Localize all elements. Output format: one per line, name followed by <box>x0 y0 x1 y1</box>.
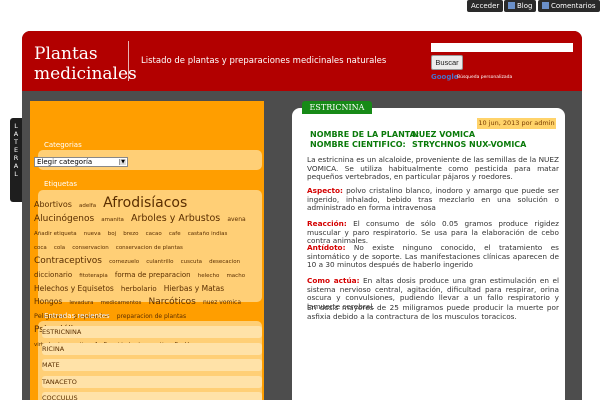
recent-post-item[interactable]: COCCULUS <box>42 392 262 400</box>
blog-label: Blog <box>517 2 533 10</box>
recent-post-item[interactable]: ESTRICNINA <box>42 326 262 338</box>
site-title-line2: medicinales <box>34 64 137 84</box>
nombre-value: NUEZ VOMICA <box>412 130 476 139</box>
reaccion-label: Reacción: <box>307 219 347 228</box>
etiquetas-title: Etiquetas <box>44 180 77 188</box>
tag-link[interactable]: medicamentos <box>101 300 142 306</box>
tag-link[interactable]: cuscuta <box>181 259 202 265</box>
cientifico-value: STRYCHNOS NUX-VOMICA <box>412 140 527 149</box>
site-title-line1: Plantas <box>34 44 98 64</box>
search-input[interactable] <box>431 43 573 52</box>
top-bar: Acceder Blog Comentarios <box>0 0 600 14</box>
tag-link[interactable]: preparacion de plantas <box>117 313 186 320</box>
antidoto-label: Antídoto: <box>307 243 346 252</box>
tag-link[interactable]: fitoterapia <box>79 273 108 279</box>
post-title-tab[interactable]: ESTRICNINA <box>302 101 372 114</box>
search-button[interactable]: Buscar <box>431 55 463 70</box>
tag-link[interactable]: brezo <box>123 231 138 237</box>
tag-link[interactable]: diccionario <box>34 271 72 279</box>
tag-link[interactable]: boj <box>108 231 116 237</box>
tag-link[interactable]: culantrillo <box>146 259 173 265</box>
lateral-label: LATERAL <box>13 122 19 178</box>
tag-link[interactable]: coca <box>34 245 47 251</box>
aspecto-paragraph: Aspecto: polvo cristalino blanco, inodor… <box>307 186 559 213</box>
recientes-title: Entradas recientes <box>44 312 110 320</box>
tag-link[interactable]: conservacion <box>72 245 108 251</box>
tag-link[interactable]: castaño indias <box>188 231 228 237</box>
site-tagline: Listado de plantas y preparaciones medic… <box>141 56 387 66</box>
blog-link[interactable]: Blog <box>504 0 537 12</box>
blogger-icon <box>542 2 549 9</box>
categorias-title: Categorias <box>44 141 82 149</box>
header-divider <box>128 41 129 81</box>
tag-link[interactable]: levadura <box>69 300 93 306</box>
tag-link[interactable]: conservacion de plantas <box>116 245 183 251</box>
site-title[interactable]: Plantas medicinales <box>34 44 137 84</box>
recent-post-item[interactable]: TANACETO <box>42 375 262 388</box>
como-label: Como actúa: <box>307 276 360 285</box>
tag-link[interactable]: Hierbas y Matas <box>164 284 224 293</box>
tag-link[interactable]: macho <box>226 273 245 279</box>
tag-link[interactable]: Arboles y Arbustos <box>131 213 220 224</box>
tag-link[interactable]: herbolario <box>121 285 157 293</box>
comentarios-label: Comentarios <box>551 2 596 10</box>
tag-link[interactable]: Añadir etiqueta <box>34 231 77 237</box>
como-paragraph-2: En dosis mayores de 25 miligramos puede … <box>307 303 559 321</box>
post-meta: 10 jun, 2013 por admin <box>477 118 556 129</box>
antidoto-paragraph: Antídoto: No existe ninguno conocido, el… <box>307 243 559 270</box>
nombre-label: NOMBRE DE LA PLANTA: <box>310 130 420 139</box>
google-logo: Google <box>431 73 459 81</box>
categoria-select-value: Elegir categoría <box>37 158 93 166</box>
tag-link[interactable]: cornezuelo <box>109 259 139 265</box>
tag-link[interactable]: Contraceptivos <box>34 256 102 266</box>
tag-link[interactable]: cola <box>54 245 65 251</box>
tag-link[interactable]: forma de preparacion <box>115 271 191 279</box>
tag-link[interactable]: helecho <box>198 273 220 279</box>
tag-link[interactable]: Hongos <box>34 297 62 306</box>
google-custom-search-label: Búsqueda personalizada <box>457 75 513 80</box>
tag-link[interactable]: desecacion <box>209 259 240 265</box>
post-intro: La estricnina es un alcaloide, provenien… <box>307 155 559 182</box>
tag-link[interactable]: Helechos y Equisetos <box>34 284 114 293</box>
tag-link[interactable]: adelfa <box>79 203 96 209</box>
tag-link[interactable]: cacao <box>146 231 162 237</box>
tag-link[interactable]: Afrodisíacos <box>103 195 187 211</box>
acceder-link[interactable]: Acceder <box>467 0 504 12</box>
categoria-select[interactable]: Elegir categoría ▼ <box>34 157 128 167</box>
tag-link[interactable]: amanita <box>101 217 124 223</box>
recent-post-item[interactable]: MATE <box>42 359 262 371</box>
tag-link[interactable]: Narcóticos <box>148 297 195 307</box>
chevron-down-icon: ▼ <box>119 159 126 165</box>
tag-link[interactable]: Abortivos <box>34 200 72 209</box>
lateral-toggle[interactable]: LATERAL <box>10 118 22 202</box>
tag-link[interactable]: nueva <box>84 231 101 237</box>
tag-link[interactable]: cafe <box>169 231 181 237</box>
aspecto-text: polvo cristalino blanco, inodoro y amarg… <box>307 186 559 213</box>
aspecto-label: Aspecto: <box>307 186 343 195</box>
cientifico-label: NOMBRE CIENTIFICO: <box>310 140 406 149</box>
comentarios-link[interactable]: Comentarios <box>538 0 600 12</box>
tag-link[interactable]: nuez vomica <box>203 299 241 306</box>
antidoto-text: No existe ninguno conocido, el tratamien… <box>307 243 559 270</box>
recent-post-item[interactable]: RICINA <box>42 342 262 355</box>
tag-link[interactable]: avena <box>227 216 245 223</box>
blogger-icon <box>508 2 515 9</box>
tag-link[interactable]: Alucinógenos <box>34 214 94 224</box>
